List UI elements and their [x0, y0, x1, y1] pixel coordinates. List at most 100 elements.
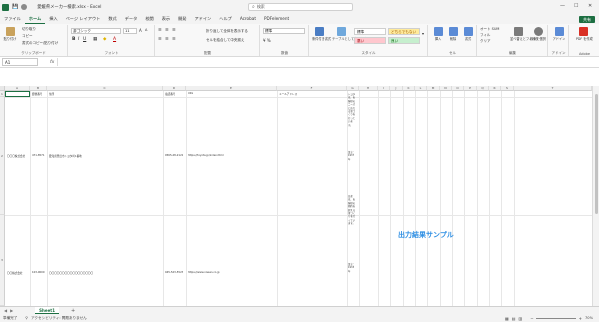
header-phone[interactable]: 電話番号: [165, 92, 175, 96]
zoom-out-icon[interactable]: −: [530, 316, 533, 321]
tab-help[interactable]: ヘルプ: [215, 14, 236, 24]
tab-view[interactable]: 表示: [158, 14, 174, 24]
accessibility-icon[interactable]: ⚲: [25, 316, 28, 320]
fill-color-icon[interactable]: ◆: [103, 37, 106, 42]
align-center-icon[interactable]: ≡: [165, 37, 169, 42]
zoom-level[interactable]: 70%: [585, 316, 593, 320]
row2-url[interactable]: https://toyota.jp/index.html: [188, 154, 224, 157]
prev-sheet-icon[interactable]: ◀: [4, 308, 7, 313]
font-size-dropdown[interactable]: 11: [123, 28, 137, 34]
row3-company[interactable]: 〇〇株式会社: [7, 271, 23, 275]
page-break-view-icon[interactable]: ▥: [519, 316, 523, 321]
fill-button[interactable]: フィル: [480, 33, 490, 38]
find-select-button[interactable]: 検索と選択: [530, 27, 546, 49]
search-box[interactable]: ⌕ 検索: [248, 3, 353, 11]
tab-formulas[interactable]: 数式: [104, 14, 120, 24]
tab-home[interactable]: ホーム: [24, 14, 46, 24]
underline-icon[interactable]: U: [83, 37, 86, 42]
tab-addins[interactable]: アドイン: [190, 14, 215, 24]
next-sheet-icon[interactable]: ▶: [10, 308, 13, 313]
row3-address[interactable]: 〇〇〇〇〇〇〇〇〇〇〇〇〇〇〇〇〇: [49, 271, 161, 275]
grow-font-icon[interactable]: A: [139, 28, 142, 33]
selected-cell-a1[interactable]: [5, 91, 30, 97]
undo-icon[interactable]: [21, 4, 28, 10]
tab-insert[interactable]: 挿入: [45, 14, 61, 24]
fx-icon[interactable]: fx: [50, 60, 54, 65]
row3-postal-code[interactable]: 103-0000: [32, 271, 45, 274]
vertical-scroll-thumb[interactable]: [595, 94, 598, 214]
align-right-icon[interactable]: ≡: [172, 37, 176, 42]
row3-description[interactable]: 日産は、お客様の期待を超える車づくりを行っています。: [348, 195, 356, 226]
zoom-in-icon[interactable]: +: [579, 316, 582, 321]
merge-center-button[interactable]: セルを結合して中央揃え: [206, 38, 244, 43]
header-url[interactable]: URL: [188, 92, 193, 95]
vertical-scrollbar[interactable]: [592, 86, 599, 306]
close-icon[interactable]: ✕: [588, 3, 592, 9]
italic-icon[interactable]: I: [78, 37, 79, 42]
header-email[interactable]: メールアドレス: [279, 92, 297, 96]
align-bottom-icon[interactable]: ≡: [172, 28, 176, 33]
clear-button[interactable]: クリア: [480, 39, 491, 44]
format-as-table-button[interactable]: テーブルとして書式設定: [332, 27, 367, 49]
wrap-text-button[interactable]: 折り返して全体を表示する: [206, 29, 248, 34]
zoom-slider[interactable]: [535, 317, 576, 319]
create-pdf-button[interactable]: PDF を作成: [576, 27, 593, 49]
style-bad[interactable]: 悪い: [354, 37, 386, 44]
tab-acrobat[interactable]: Acrobat: [236, 14, 260, 24]
style-good[interactable]: 良い: [388, 37, 420, 44]
border-icon[interactable]: ▦: [93, 37, 97, 42]
header-address[interactable]: 住所: [49, 92, 54, 96]
cut-button[interactable]: 切り取り: [22, 27, 36, 32]
font-color-icon[interactable]: A: [113, 37, 116, 42]
formula-input[interactable]: [57, 58, 582, 66]
sort-filter-button[interactable]: 並べ替えとフィルター: [510, 27, 542, 49]
add-sheet-button[interactable]: +: [71, 308, 75, 314]
conditional-format-button[interactable]: 条件付き書式: [312, 27, 331, 49]
tab-developer[interactable]: 開発: [174, 14, 190, 24]
paste-button[interactable]: 貼り付け: [3, 27, 17, 49]
sheet-tab-sheet1[interactable]: Sheet1: [35, 307, 60, 314]
row3-phone[interactable]: 045-523-5523: [165, 271, 183, 274]
minimize-icon[interactable]: —: [560, 3, 565, 9]
shrink-font-icon[interactable]: A: [145, 28, 147, 32]
format-cells-button[interactable]: 書式: [461, 27, 475, 49]
worksheet-grid[interactable]: 郵便番号 住所 電話番号 URL メールアドレス 〇〇〇株式会社 471-857…: [5, 91, 592, 306]
bold-icon[interactable]: B: [72, 37, 75, 42]
font-name-dropdown[interactable]: 游ゴシック: [71, 28, 121, 34]
name-box[interactable]: A1: [2, 58, 38, 66]
currency-icon[interactable]: ¥ %: [263, 38, 271, 43]
row2-phone[interactable]: 0565-28-2121: [165, 154, 183, 157]
tab-review[interactable]: 校閲: [141, 14, 157, 24]
number-format-dropdown[interactable]: 標準: [263, 28, 305, 34]
save-icon[interactable]: 💾: [12, 4, 18, 10]
accessibility-status[interactable]: アクセシビリティ: 問題ありません: [31, 316, 87, 321]
row2-postal-code[interactable]: 471-8571: [32, 154, 45, 157]
tab-page-layout[interactable]: ページ レイアウト: [62, 14, 105, 24]
delete-cells-button[interactable]: 削除: [446, 27, 460, 49]
autosum-button[interactable]: オート SUM: [480, 27, 499, 32]
row3-founded[interactable]: 設立：1933年: [348, 263, 356, 273]
copy-button[interactable]: コピー: [22, 34, 33, 39]
align-top-icon[interactable]: ≡: [158, 28, 162, 33]
tab-file[interactable]: ファイル: [0, 14, 25, 24]
tab-pdfelement[interactable]: PDFelement: [260, 14, 293, 24]
style-neutral[interactable]: どちらでもない: [388, 28, 420, 35]
addins-button[interactable]: アドイン: [552, 27, 566, 49]
align-middle-icon[interactable]: ≡: [165, 28, 169, 33]
row2-address[interactable]: 愛知県豊田市トヨタ町1番地: [49, 154, 82, 158]
page-layout-view-icon[interactable]: ▤: [512, 316, 516, 321]
row3-url[interactable]: https://www.nissan.co.jp: [188, 271, 220, 274]
share-button[interactable]: 共有: [579, 16, 595, 23]
header-postal-code[interactable]: 郵便番号: [32, 92, 42, 96]
insert-cells-button[interactable]: 挿入: [431, 27, 445, 49]
align-left-icon[interactable]: ≡: [158, 37, 162, 42]
normal-view-icon[interactable]: ▦: [505, 316, 509, 321]
maximize-icon[interactable]: ☐: [574, 3, 578, 9]
row2-company[interactable]: 〇〇〇株式会社: [7, 154, 25, 158]
row2-founded[interactable]: 設立：1937年: [348, 151, 356, 161]
style-normal[interactable]: 標準: [354, 28, 386, 35]
tab-data[interactable]: データ: [121, 14, 142, 24]
styles-more-icon[interactable]: ▾: [422, 31, 424, 36]
format-painter-button[interactable]: 書式のコピー/貼り付け: [22, 41, 58, 46]
row2-description[interactable]: トヨタは、お客様のニーズに応える車づくりを行っています。: [348, 93, 356, 127]
